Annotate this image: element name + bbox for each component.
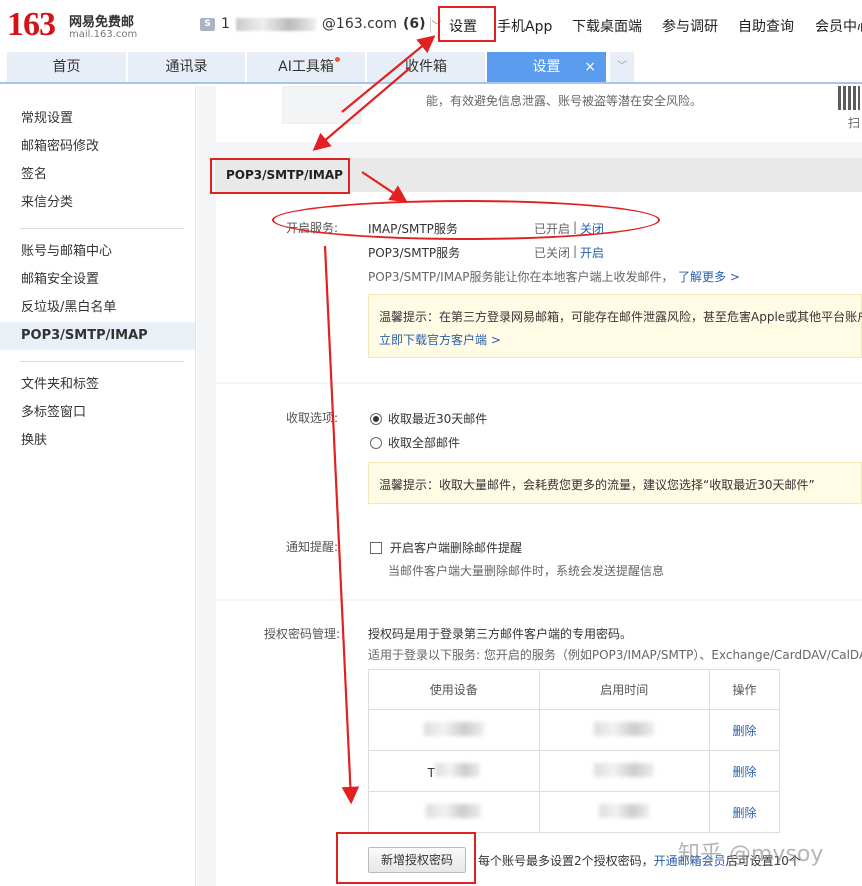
arrow-to-imap	[361, 171, 408, 203]
watermark: 知乎 @mysoy	[678, 842, 824, 867]
arrow-to-add-button	[323, 245, 360, 805]
arrow-to-settings	[341, 35, 436, 113]
arrow-to-section	[312, 67, 411, 151]
annotation-arrows	[312, 35, 436, 805]
